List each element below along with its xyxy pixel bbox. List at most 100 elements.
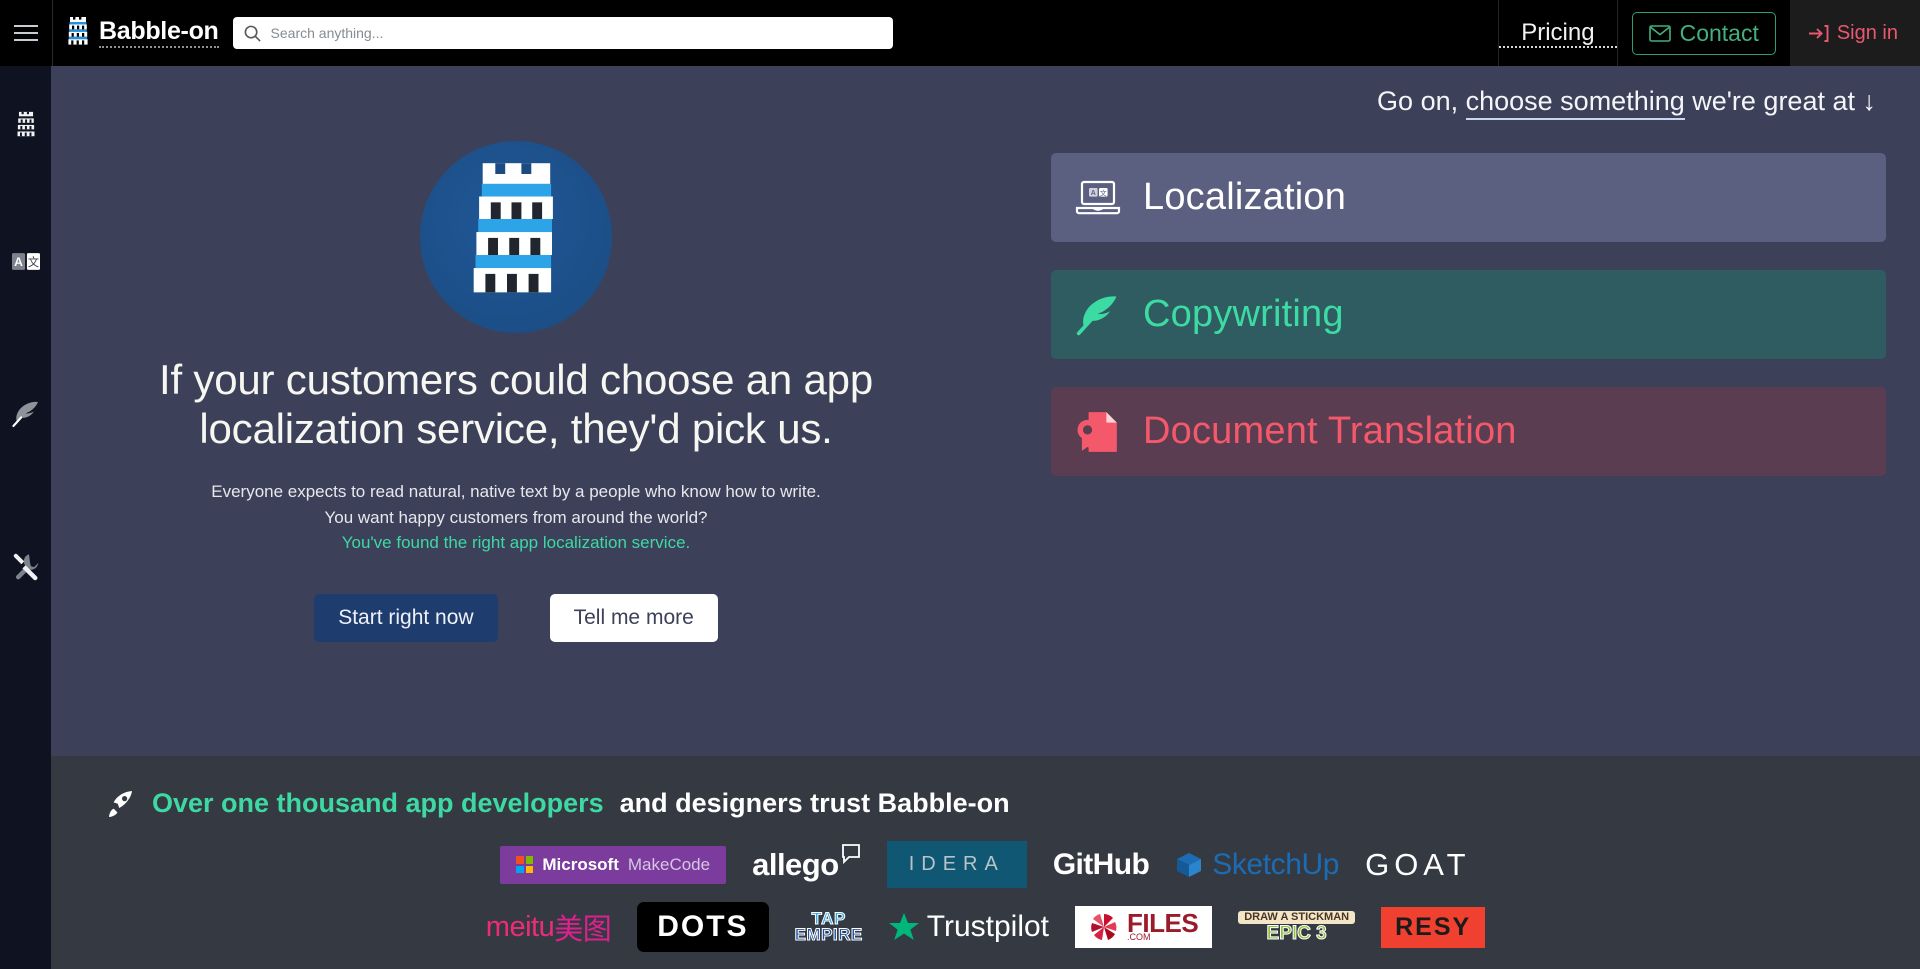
sidebar-item-translate[interactable]: A 文 <box>0 186 51 336</box>
client-logo-dots: DOTS <box>637 902 769 952</box>
pricing-link[interactable]: Pricing <box>1499 19 1617 49</box>
mail-icon <box>1648 24 1671 42</box>
page-title: If your customers could choose an app lo… <box>158 356 873 453</box>
logo-secondary-text: 美图 <box>554 914 612 946</box>
search-icon <box>244 25 261 42</box>
svg-text:A: A <box>14 255 23 269</box>
babel-tower-icon <box>17 111 34 137</box>
quill-icon <box>11 401 38 427</box>
sidebar-item-tools[interactable] <box>0 491 51 641</box>
client-logo-meitu: meitu 美图 <box>485 906 612 948</box>
sidebar-item-copywriting[interactable] <box>0 336 51 491</box>
logo-secondary-text: EMPIRE <box>794 925 863 944</box>
logo-primary-text: RESY <box>1395 912 1472 941</box>
logo-primary-text: GitHub <box>1052 847 1150 881</box>
hero-subtitle: Everyone expects to read natural, native… <box>111 479 921 556</box>
client-logo-files-com: FILES .COM <box>1075 906 1213 948</box>
logo-primary-text: FILES <box>1127 908 1199 939</box>
brand-logo-link[interactable]: Babble-on <box>53 16 233 50</box>
trustpilot-star-icon <box>888 913 919 940</box>
client-logo-microsoft-makecode: Microsoft MakeCode <box>500 845 727 884</box>
hero-subtitle-line-2: You want happy customers from around the… <box>324 507 708 527</box>
logo-primary-text: DOTS <box>657 910 749 943</box>
chooser-suffix: we're great at <box>1684 86 1863 116</box>
certified-document-icon <box>1077 411 1117 452</box>
svg-text:A: A <box>1091 190 1096 197</box>
sign-in-label: Sign in <box>1836 21 1898 44</box>
page-root: Babble-on Pricing Contact <box>0 0 1920 969</box>
logo-secondary-text: .COM <box>1127 932 1151 943</box>
chooser-prefix: Go on, <box>1377 86 1466 116</box>
hero-subtitle-accent: You've found the right app localization … <box>341 533 691 553</box>
svg-text:文: 文 <box>1100 188 1107 197</box>
translate-icon: A 文 <box>11 252 40 270</box>
client-logo-tap-empire: TAP EMPIRE <box>794 909 863 944</box>
trust-section: Over one thousand app developers and des… <box>51 756 1920 969</box>
hero-section: If your customers could choose an app lo… <box>51 66 1920 756</box>
service-card-localization[interactable]: A 文 Localization <box>1051 153 1886 242</box>
hero-subtitle-line-1: Everyone expects to read natural, native… <box>211 482 821 502</box>
service-card-label: Localization <box>1143 176 1347 218</box>
sign-in-button[interactable]: Sign in <box>1789 0 1920 66</box>
client-logo-goat: GOAT <box>1365 847 1471 883</box>
contact-label: Contact <box>1679 19 1759 46</box>
logo-secondary-text: EPIC 3 <box>1266 923 1327 944</box>
service-card-copywriting[interactable]: Copywriting <box>1051 270 1886 359</box>
logo-primary-text: meitu <box>485 910 555 943</box>
trust-accent-text: Over one thousand app developers <box>152 788 604 818</box>
contact-button[interactable]: Contact <box>1631 11 1776 55</box>
brand-name: Babble-on <box>99 18 219 49</box>
hero-right-column: Go on, choose something we're great at ↓… <box>1051 86 1886 504</box>
sign-in-arrow-icon <box>1808 24 1829 42</box>
chooser-prompt: Go on, choose something we're great at ↓ <box>1051 86 1886 120</box>
top-nav-actions: Pricing Contact Sign in <box>1498 0 1920 66</box>
babel-tower-graphic <box>473 163 553 293</box>
logo-primary-text: Microsoft <box>542 854 619 874</box>
client-logo-trustpilot: Trustpilot <box>888 910 1050 944</box>
hero-left-column: If your customers could choose an app lo… <box>111 141 921 642</box>
trust-headline: Over one thousand app developers and des… <box>51 756 1920 819</box>
search-box[interactable] <box>232 17 893 49</box>
service-card-label: Copywriting <box>1143 293 1344 335</box>
svg-text:文: 文 <box>27 255 38 269</box>
divider <box>1616 0 1618 66</box>
client-logo-allego: allego <box>752 843 861 883</box>
logo-primary-text: SketchUp <box>1212 847 1340 881</box>
hamburger-menu-icon[interactable] <box>0 0 52 66</box>
speech-bubble-icon <box>841 843 860 864</box>
microsoft-squares-icon <box>516 856 534 873</box>
rocket-icon <box>109 790 132 817</box>
logo-primary-text: IDERA <box>908 853 1005 875</box>
client-logo-github: GitHub <box>1052 847 1150 882</box>
logo-secondary-text: MakeCode <box>627 854 711 874</box>
sketchup-cube-icon <box>1177 852 1202 877</box>
client-logo-draw-a-stickman-epic-3: DRAW A STICKMAN EPIC 3 <box>1238 911 1356 944</box>
choose-something-link[interactable]: choose something <box>1465 86 1685 120</box>
top-navigation-bar: Babble-on Pricing Contact <box>0 0 1920 66</box>
files-pinwheel-icon <box>1091 914 1117 940</box>
logo-primary-text: Trustpilot <box>926 910 1050 943</box>
laptop-translate-icon: A 文 <box>1075 180 1121 214</box>
babel-tower-icon <box>68 17 88 45</box>
babel-tower-circle-icon <box>420 141 612 333</box>
client-logos: Microsoft MakeCode allego IDERA GitHub S… <box>51 841 1920 952</box>
client-logo-resy: RESY <box>1381 906 1486 948</box>
sidebar-item-babble-on[interactable] <box>0 66 51 186</box>
client-logo-row-2: meitu 美图 DOTS TAP EMPIRE Trustpilot FILE… <box>485 902 1486 952</box>
search-input[interactable] <box>270 25 883 41</box>
client-logo-row-1: Microsoft MakeCode allego IDERA GitHub S… <box>500 841 1470 888</box>
tell-me-more-button[interactable]: Tell me more <box>549 593 718 642</box>
logo-primary-text: GOAT <box>1365 846 1471 882</box>
tools-icon <box>13 553 38 581</box>
service-card-document-translation[interactable]: Document Translation <box>1051 387 1886 476</box>
trust-rest-text: and designers trust Babble-on <box>619 788 1010 818</box>
down-arrow-icon: ↓ <box>1862 86 1877 116</box>
service-card-label: Document Translation <box>1143 410 1517 452</box>
feather-quill-icon <box>1076 295 1117 335</box>
client-logo-sketchup: SketchUp <box>1175 848 1339 882</box>
logo-primary-text: allego <box>752 846 839 882</box>
hero-cta-row: Start right now Tell me more <box>111 593 921 642</box>
start-right-now-button[interactable]: Start right now <box>314 593 498 642</box>
client-logo-idera: IDERA <box>886 841 1027 888</box>
left-sidebar-rail: A 文 <box>0 66 51 969</box>
